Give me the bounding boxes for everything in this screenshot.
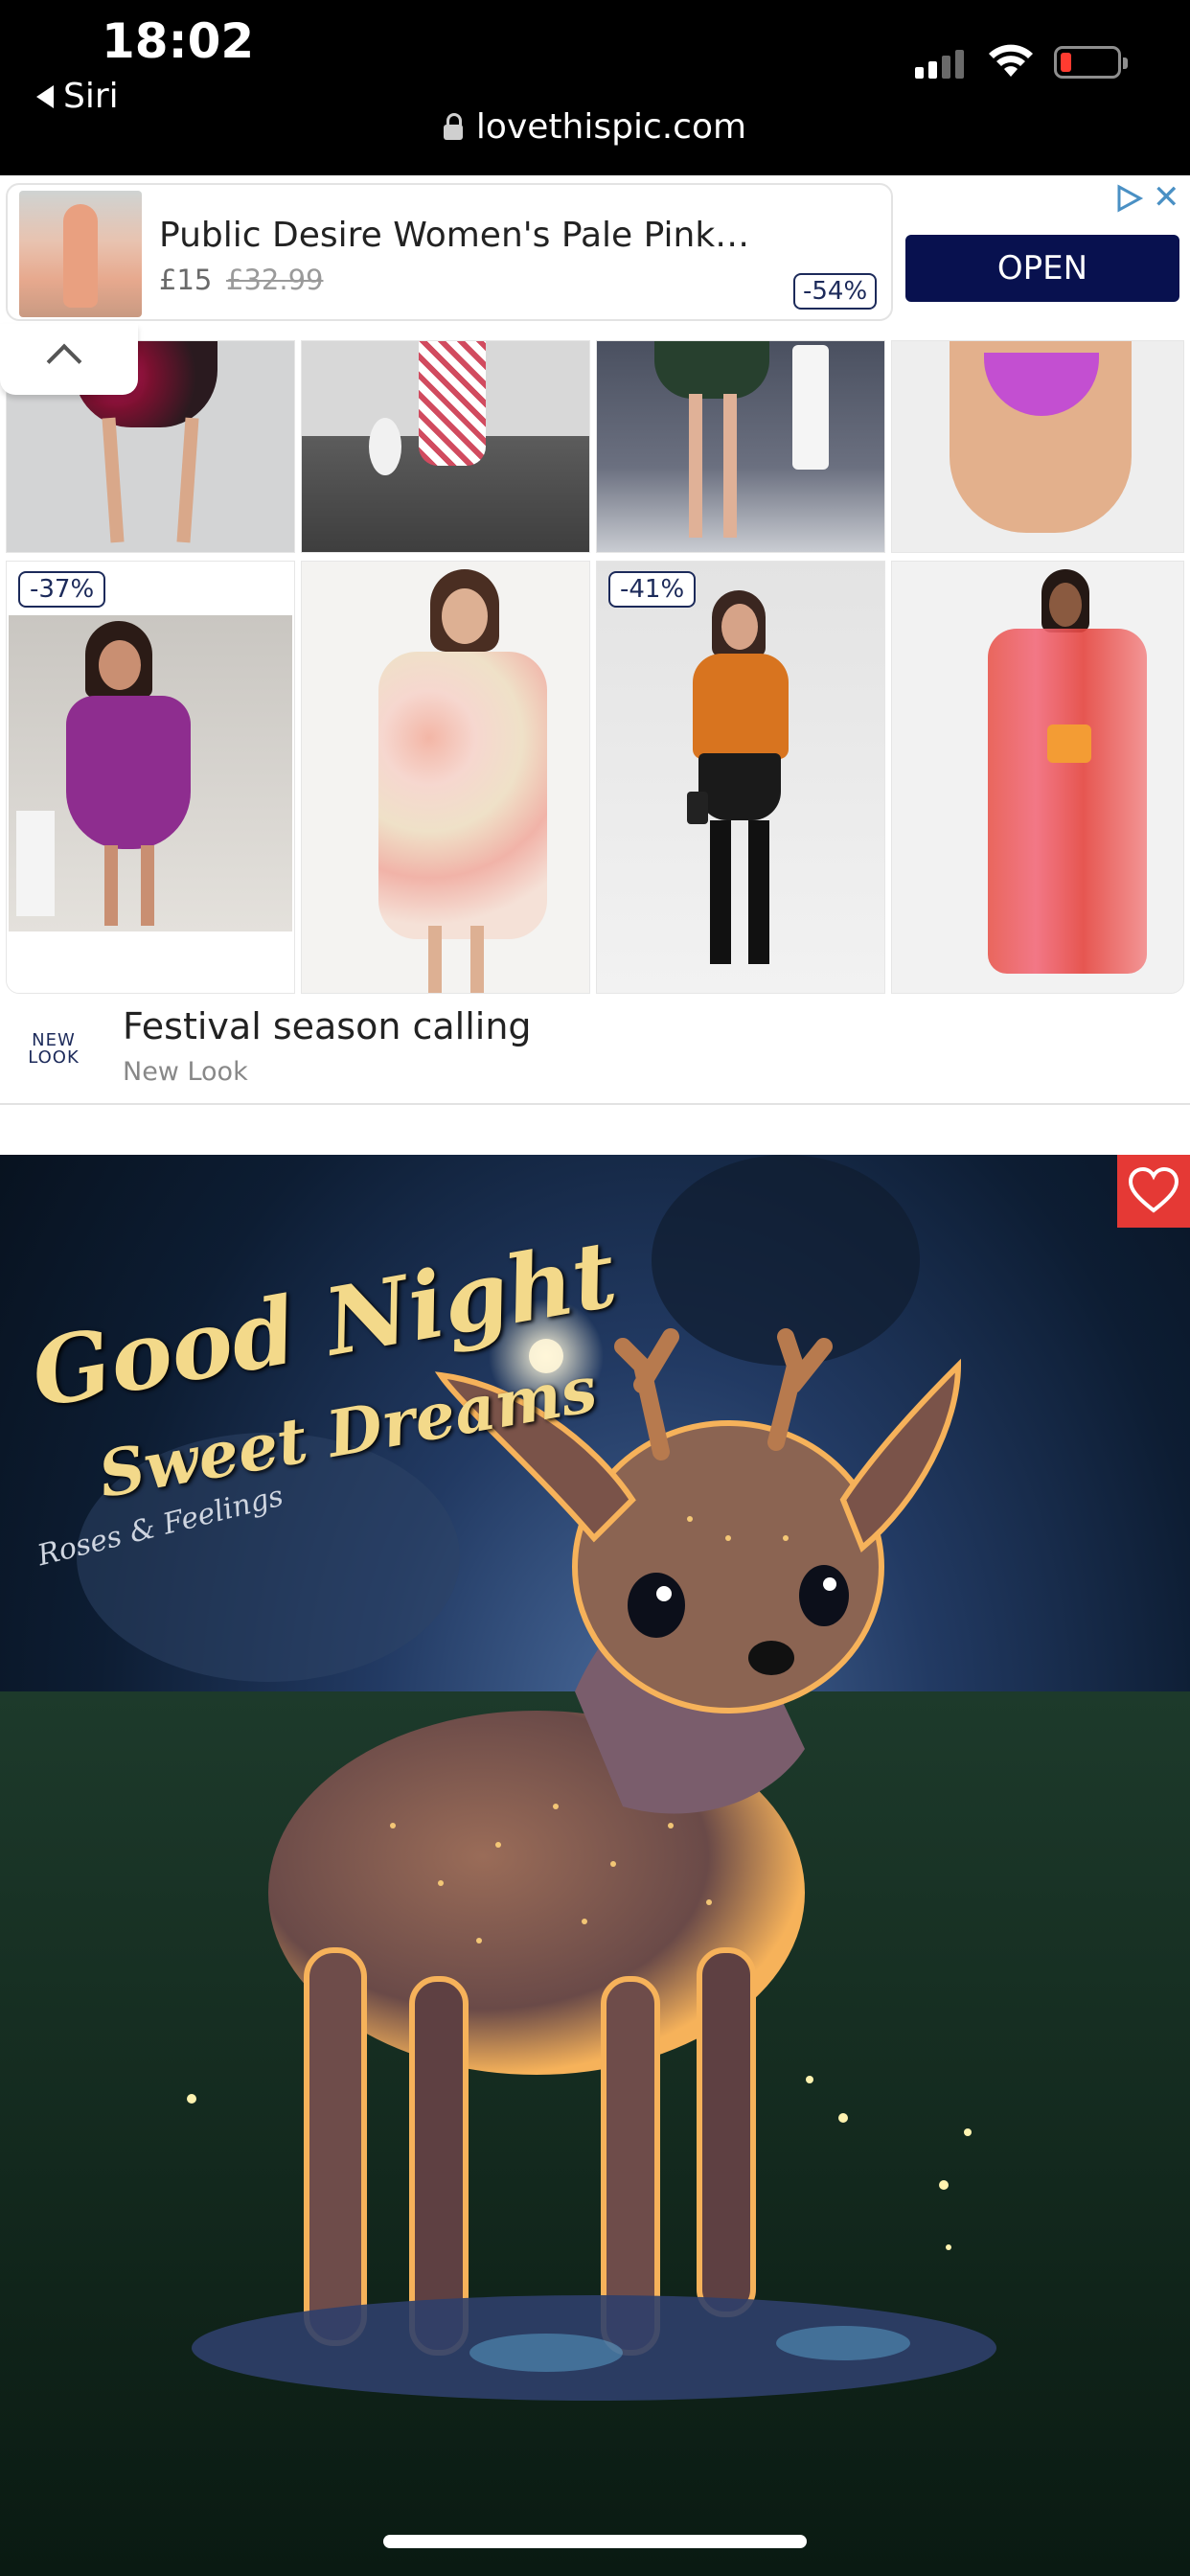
status-time: 18:02: [102, 13, 255, 69]
heart-icon: [1128, 1166, 1179, 1213]
product-tile[interactable]: -41%: [596, 561, 885, 994]
ad-price: £15: [159, 264, 213, 296]
back-arrow-icon: [36, 84, 54, 108]
wifi-icon: [989, 44, 1033, 77]
ad-open-button[interactable]: OPEN: [905, 235, 1179, 302]
ad-source-row[interactable]: NEW LOOK Festival season calling New Loo…: [0, 994, 1190, 1105]
home-indicator[interactable]: [383, 2535, 807, 2548]
main-picture[interactable]: Good Night Sweet Dreams Roses & Feelings: [0, 1155, 1190, 2576]
ad-product-image: [19, 191, 142, 317]
product-tile[interactable]: [301, 561, 590, 994]
discount-badge: -37%: [18, 571, 106, 608]
adchoices-icon[interactable]: [1113, 183, 1144, 214]
ad-old-price: £32.99: [226, 264, 324, 296]
chevron-up-icon: [46, 343, 82, 380]
product-tile[interactable]: [891, 340, 1184, 553]
status-bar: 18:02 Siri lovethispic.com: [0, 0, 1190, 175]
battery-icon: [1054, 46, 1128, 79]
new-look-logo: NEW LOOK: [28, 1030, 80, 1068]
url-bar[interactable]: lovethispic.com: [0, 107, 1190, 147]
ad-source-advertiser: New Look: [123, 1057, 248, 1087]
ad-source-title: Festival season calling: [123, 1005, 532, 1047]
ad-discount-badge: -54%: [793, 273, 878, 310]
ad-product-title: Public Desire Women's Pale Pink…: [159, 216, 750, 255]
product-tile[interactable]: -37%: [6, 561, 295, 994]
ad-product-card[interactable]: Public Desire Women's Pale Pink… £15 £32…: [6, 183, 893, 321]
url-text: lovethispic.com: [475, 107, 747, 147]
discount-badge: -41%: [608, 571, 697, 608]
ad-close-icon[interactable]: ✕: [1153, 181, 1180, 214]
product-tile[interactable]: [891, 561, 1184, 994]
lock-icon: [443, 112, 463, 140]
product-tile[interactable]: [301, 340, 590, 553]
ad-banner: Public Desire Women's Pale Pink… £15 £32…: [0, 175, 1190, 329]
product-tile[interactable]: [596, 340, 885, 553]
cellular-signal-icon: [915, 50, 964, 79]
favorite-button[interactable]: [1117, 1155, 1190, 1228]
collapse-ad-button[interactable]: [0, 324, 138, 395]
